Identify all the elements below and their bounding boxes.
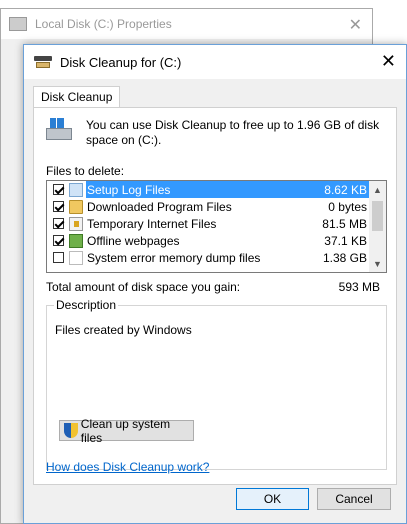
uac-shield-icon	[64, 423, 78, 438]
description-group: Description Files created by Windows Cle…	[46, 298, 387, 470]
file-checkbox[interactable]	[53, 218, 64, 229]
ok-button[interactable]: OK	[236, 488, 309, 510]
intro-text: You can use Disk Cleanup to free up to 1…	[86, 118, 380, 147]
drive-icon	[9, 17, 27, 31]
list-item[interactable]: Offline webpages 37.1 KB	[47, 232, 386, 249]
file-checkbox[interactable]	[53, 252, 64, 263]
list-scrollbar[interactable]: ▲ ▼	[369, 181, 386, 272]
total-gain-value: 593 MB	[338, 280, 380, 294]
disk-cleanup-dialog: Disk Cleanup for (C:) ✕ Disk Cleanup You…	[23, 44, 407, 524]
file-name: Temporary Internet Files	[87, 216, 217, 231]
file-name: Setup Log Files	[87, 182, 171, 197]
scroll-up-icon[interactable]: ▲	[369, 181, 386, 198]
file-size: 81.5 MB	[322, 216, 367, 231]
scroll-down-icon[interactable]: ▼	[369, 255, 386, 272]
description-legend: Description	[54, 298, 119, 312]
total-gain-label: Total amount of disk space you gain:	[46, 280, 241, 294]
hard-drive-icon	[46, 118, 72, 144]
list-item[interactable]: System error memory dump files 1.38 GB	[47, 249, 386, 266]
file-name: Offline webpages	[87, 233, 180, 248]
file-size: 37.1 KB	[324, 233, 367, 248]
files-to-delete-label: Files to delete:	[46, 164, 125, 178]
file-checkbox[interactable]	[53, 235, 64, 246]
properties-titlebar: Local Disk (C:) Properties	[1, 9, 372, 39]
scrollbar-thumb[interactable]	[372, 201, 383, 231]
list-item[interactable]: Temporary Internet Files 81.5 MB	[47, 215, 386, 232]
tab-disk-cleanup[interactable]: Disk Cleanup	[33, 86, 121, 108]
close-icon[interactable]: ✕	[349, 15, 362, 35]
document-icon	[69, 182, 83, 197]
list-item[interactable]: Downloaded Program Files 0 bytes	[47, 198, 386, 215]
dialog-title: Disk Cleanup for (C:)	[60, 54, 182, 70]
file-name: Downloaded Program Files	[87, 199, 232, 214]
clean-up-system-files-button[interactable]: Clean up system files	[59, 417, 194, 445]
offline-icon	[69, 233, 83, 248]
intro: You can use Disk Cleanup to free up to 1…	[46, 118, 386, 148]
file-checkbox[interactable]	[53, 201, 64, 212]
dialog-titlebar: Disk Cleanup for (C:) ✕	[24, 45, 406, 79]
tab-panel: You can use Disk Cleanup to free up to 1…	[33, 107, 397, 485]
cancel-button[interactable]: Cancel	[317, 488, 391, 510]
file-size: 0 bytes	[328, 199, 367, 214]
file-size: 1.38 GB	[322, 250, 367, 265]
files-list[interactable]: Setup Log Files 8.62 KB Downloaded Progra…	[46, 180, 387, 273]
file-size: 8.62 KB	[324, 182, 367, 197]
clean-up-system-files-label: Clean up system files	[80, 416, 171, 445]
lock-icon	[69, 216, 83, 231]
help-link[interactable]: How does Disk Cleanup work?	[46, 460, 209, 474]
description-text: Files created by Windows	[55, 323, 192, 337]
folder-icon	[69, 199, 83, 214]
properties-title: Local Disk (C:) Properties	[35, 17, 172, 31]
file-checkbox[interactable]	[53, 184, 64, 195]
file-name: System error memory dump files	[87, 250, 261, 265]
list-item[interactable]: Setup Log Files 8.62 KB	[47, 181, 386, 198]
close-icon[interactable]: ✕	[381, 51, 396, 72]
disk-cleanup-icon	[34, 56, 52, 68]
blank-file-icon	[69, 250, 83, 265]
tab-strip: Disk Cleanup	[33, 86, 121, 108]
